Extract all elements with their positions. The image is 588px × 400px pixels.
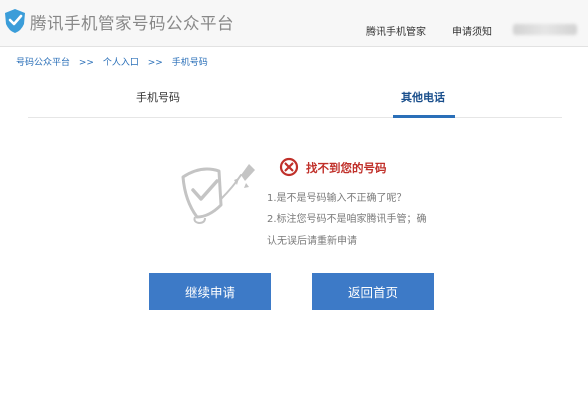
error-title: 找不到您的号码	[306, 161, 387, 175]
top-header: 腾讯手机管家号码公众平台 腾讯手机管家 申请须知	[0, 0, 588, 47]
platform-title: 腾讯手机管家号码公众平台	[30, 14, 234, 33]
nav-guardian-link[interactable]: 腾讯手机管家	[366, 23, 426, 38]
tip-line-1: 1.是不是号码输入不正确了呢？	[267, 193, 407, 204]
account-name-blurred[interactable]	[513, 24, 577, 35]
tab-other-phone[interactable]: 其他电话	[401, 89, 445, 105]
active-tab-indicator	[393, 115, 455, 118]
tip-line-2: 2.标注您号码不是咱家腾讯手管；确	[267, 214, 427, 225]
shield-logo-icon[interactable]	[3, 8, 27, 34]
back-home-button[interactable]: 返回首页	[312, 273, 434, 310]
nav-notice-link[interactable]: 申请须知	[452, 23, 492, 38]
tab-mobile-number[interactable]: 手机号码	[136, 89, 180, 105]
breadcrumb-separator: >>	[78, 58, 94, 68]
breadcrumb-item-platform[interactable]: 号码公众平台	[16, 58, 70, 68]
breadcrumb-item-mobile[interactable]: 手机号码	[172, 58, 208, 68]
breadcrumb: 号码公众平台 >> 个人入口 >> 手机号码	[16, 55, 214, 68]
x-circle-icon	[279, 157, 299, 177]
tip-line-3: 认无误后请重新申请	[267, 236, 357, 247]
breadcrumb-separator: >>	[147, 58, 163, 68]
breadcrumb-item-personal[interactable]: 个人入口	[103, 58, 139, 68]
tab-bar: 手机号码 其他电话	[28, 75, 562, 118]
continue-apply-button[interactable]: 继续申请	[149, 273, 271, 310]
shield-rocket-illustration	[181, 164, 255, 225]
